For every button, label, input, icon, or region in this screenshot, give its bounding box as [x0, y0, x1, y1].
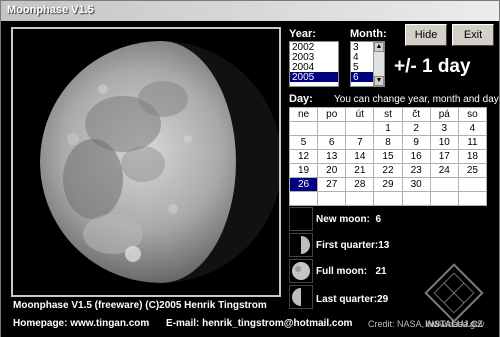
month-label: Month: [350, 28, 387, 40]
day-cell[interactable]: 19 [288, 163, 319, 178]
day-cell[interactable] [317, 191, 347, 206]
day-cell[interactable]: 4 [457, 121, 488, 136]
calendar-week-row: 19 20 21 22 23 24 25 [288, 163, 488, 178]
year-option[interactable]: 2003 [290, 52, 338, 63]
title-bar[interactable]: Moonphase V1.5 [1, 1, 499, 21]
day-cell[interactable]: 22 [373, 163, 403, 178]
client-area: Year: 2002 2003 2004 2005 Month: 3 4 5 6… [1, 21, 499, 337]
calendar-grid: ne po út st čt pá so 1 2 3 4 5 6 7 8 9 1… [288, 107, 488, 206]
day-cell[interactable]: 1 [373, 121, 403, 136]
day-cell[interactable] [457, 191, 488, 206]
day-cell[interactable]: 3 [429, 121, 459, 136]
day-label: Day: [289, 93, 313, 105]
scroll-down-icon[interactable]: ▼ [374, 76, 384, 86]
full-moon-icon [289, 259, 313, 283]
day-cell[interactable] [373, 191, 403, 206]
day-cell[interactable]: 2 [401, 121, 431, 136]
full-moon-label: Full moon: 21 [316, 266, 387, 277]
last-quarter-icon [289, 285, 313, 309]
day-cell[interactable]: 12 [288, 149, 319, 164]
weekday-header: st [373, 107, 403, 122]
weekday-header: po [317, 107, 347, 122]
day-cell[interactable]: 15 [373, 149, 403, 164]
copyright-text: Moonphase V1.5 (freeware) (C)2005 Henrik… [13, 300, 267, 311]
day-cell[interactable]: 20 [317, 163, 347, 178]
moon-icon [40, 41, 279, 283]
moon-image [11, 27, 281, 297]
email-link[interactable]: E-mail: henrik_tingstrom@hotmail.com [166, 318, 352, 329]
watermark-logo-icon: INSTALUJ.CZ [424, 263, 484, 329]
weekday-header: čt [401, 107, 431, 122]
last-quarter-label: Last quarter:29 [316, 294, 389, 305]
day-cell[interactable]: 10 [429, 135, 459, 150]
day-cell[interactable]: 16 [401, 149, 431, 164]
day-cell[interactable]: 23 [401, 163, 431, 178]
year-option[interactable]: 2004 [290, 62, 338, 73]
calendar-week-row [288, 191, 488, 206]
calendar-week-row: 5 6 7 8 9 10 11 [288, 135, 488, 150]
calendar-week-row: 26 27 28 29 30 [288, 177, 488, 192]
day-cell[interactable] [345, 121, 375, 136]
day-cell[interactable] [401, 191, 431, 206]
day-cell[interactable]: 29 [373, 177, 403, 192]
month-scrollbar[interactable]: ▲ ▼ [373, 42, 384, 86]
weekday-header: út [345, 107, 375, 122]
day-cell[interactable]: 18 [457, 149, 488, 164]
new-moon-label: New moon: 6 [316, 214, 382, 225]
day-cell[interactable] [457, 177, 488, 192]
first-quarter-label: First quarter:13 [316, 240, 390, 251]
new-moon-icon [289, 207, 313, 231]
day-hint: You can change year, month and day [334, 94, 499, 105]
window-title: Moonphase V1.5 [7, 4, 94, 16]
weekday-header: ne [288, 107, 319, 122]
year-option[interactable]: 2002 [290, 42, 338, 53]
calendar-header-row: ne po út st čt pá so [288, 107, 488, 122]
day-cell[interactable]: 21 [345, 163, 375, 178]
day-cell[interactable]: 27 [317, 177, 347, 192]
exit-button[interactable]: Exit [452, 24, 494, 46]
day-cell[interactable]: 17 [429, 149, 459, 164]
day-cell[interactable] [317, 121, 347, 136]
first-quarter-icon [289, 233, 313, 257]
homepage-link[interactable]: Homepage: www.tingan.com [13, 318, 149, 329]
step-label: +/- 1 day [394, 56, 471, 77]
day-cell[interactable]: 8 [373, 135, 403, 150]
day-cell-selected[interactable]: 26 [288, 177, 319, 192]
day-cell[interactable]: 7 [345, 135, 375, 150]
day-cell[interactable]: 9 [401, 135, 431, 150]
day-cell[interactable] [429, 177, 459, 192]
app-window: Moonphase V1.5 Year: 2002 2003 2004 2005… [0, 0, 500, 337]
day-cell[interactable]: 6 [317, 135, 347, 150]
watermark-text: INSTALUJ.CZ [425, 319, 483, 329]
calendar-week-row: 12 13 14 15 16 17 18 [288, 149, 488, 164]
day-cell[interactable]: 13 [317, 149, 347, 164]
day-cell[interactable] [345, 191, 375, 206]
day-cell[interactable] [288, 121, 319, 136]
day-cell[interactable]: 5 [288, 135, 319, 150]
calendar-week-row: 1 2 3 4 [288, 121, 488, 136]
day-cell[interactable] [429, 191, 459, 206]
day-cell[interactable]: 11 [457, 135, 488, 150]
scroll-up-icon[interactable]: ▲ [374, 42, 384, 52]
year-listbox[interactable]: 2002 2003 2004 2005 [289, 41, 339, 87]
year-label: Year: [289, 28, 316, 40]
hide-button[interactable]: Hide [405, 24, 447, 46]
day-cell[interactable]: 25 [457, 163, 488, 178]
day-cell[interactable]: 30 [401, 177, 431, 192]
year-option-selected[interactable]: 2005 [290, 72, 338, 83]
day-cell[interactable] [288, 191, 319, 206]
month-listbox[interactable]: 3 4 5 6 ▲ ▼ [350, 41, 385, 87]
day-cell[interactable]: 24 [429, 163, 459, 178]
day-cell[interactable]: 28 [345, 177, 375, 192]
weekday-header: pá [429, 107, 459, 122]
weekday-header: so [457, 107, 488, 122]
day-cell[interactable]: 14 [345, 149, 375, 164]
